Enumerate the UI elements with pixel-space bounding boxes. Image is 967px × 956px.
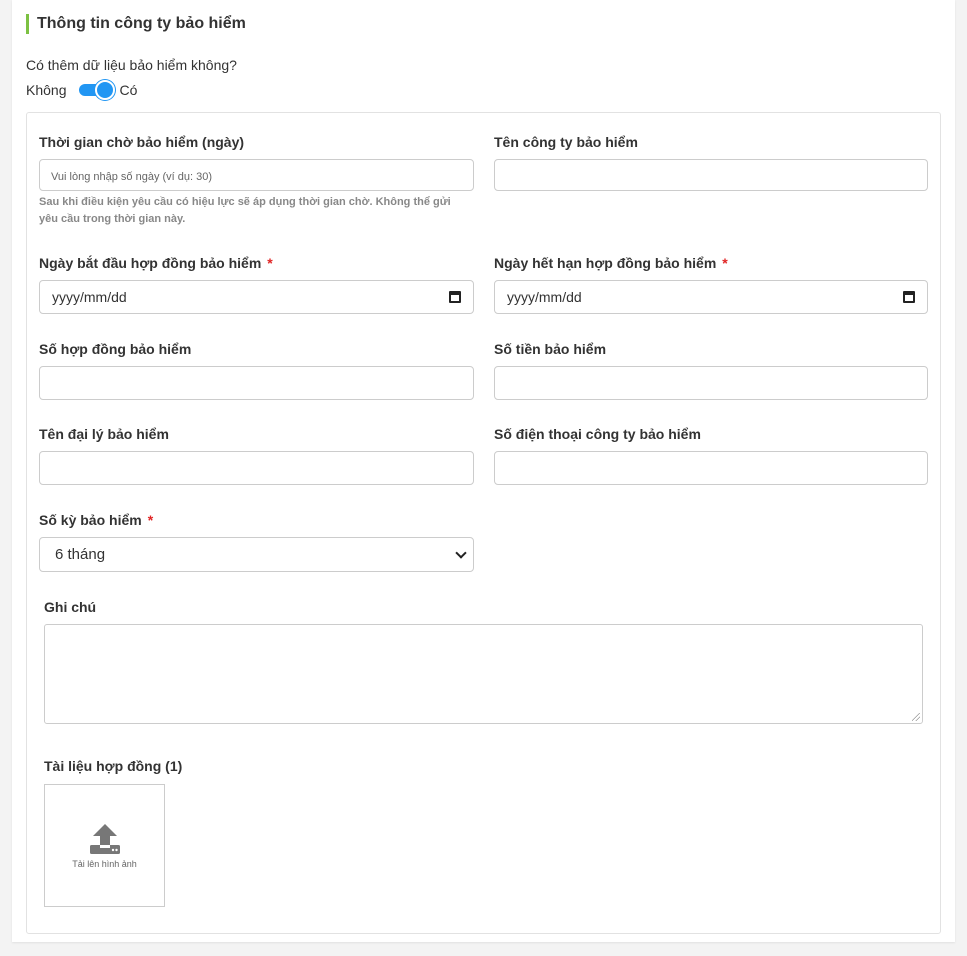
start-date-input[interactable]: yyyy/mm/dd [39, 280, 474, 314]
documents-label: Tài liệu hợp đồng (1) [44, 758, 183, 774]
waiting-time-input[interactable] [39, 159, 474, 191]
upload-icon [89, 823, 120, 854]
section-title: Thông tin công ty bảo hiểm [26, 14, 246, 34]
waiting-time-help: Sau khi điều kiện yêu cầu có hiệu lực sẽ… [39, 194, 479, 228]
company-name-label: Tên công ty bảo hiểm [494, 134, 638, 150]
upload-label: Tải lên hình ảnh [72, 858, 137, 869]
note-textarea[interactable] [44, 624, 923, 724]
start-date-label: Ngày bắt đầu hợp đồng bảo hiểm * [39, 255, 273, 271]
start-date-label-text: Ngày bắt đầu hợp đồng bảo hiểm [39, 255, 262, 271]
toggle-on-label: Có [119, 82, 138, 98]
term-label: Số kỳ bảo hiểm * [39, 512, 153, 528]
upload-image-button[interactable]: Tải lên hình ảnh [44, 784, 165, 907]
toggle-off-label: Không [26, 82, 67, 98]
required-mark: * [267, 255, 273, 271]
end-date-placeholder: yyyy/mm/dd [507, 289, 582, 305]
chevron-down-icon [455, 546, 467, 559]
agent-name-label: Tên đại lý bảo hiểm [39, 426, 169, 442]
toggle-knob [95, 80, 116, 100]
company-phone-label: Số điện thoại công ty bảo hiểm [494, 426, 701, 442]
end-date-label: Ngày hết hạn hợp đồng bảo hiểm * [494, 255, 728, 271]
term-select[interactable]: 6 tháng [39, 537, 474, 572]
waiting-time-label: Thời gian chờ bảo hiểm (ngày) [39, 134, 245, 150]
insurance-toggle-row: Không Có [26, 80, 138, 100]
insurance-form: Thời gian chờ bảo hiểm (ngày) Sau khi đi… [26, 112, 941, 934]
agent-name-input[interactable] [39, 451, 474, 485]
end-date-label-text: Ngày hết hạn hợp đồng bảo hiểm [494, 255, 717, 271]
end-date-input[interactable]: yyyy/mm/dd [494, 280, 928, 314]
amount-input[interactable] [494, 366, 928, 400]
waiting-time-help-line1: Sau khi điều kiện yêu cầu có hiệu lực sẽ… [39, 196, 451, 208]
calendar-icon[interactable] [449, 291, 461, 303]
start-date-placeholder: yyyy/mm/dd [52, 289, 127, 305]
insurance-toggle-switch[interactable] [79, 80, 116, 100]
amount-label: Số tiền bảo hiểm [494, 341, 607, 357]
contract-number-input[interactable] [39, 366, 474, 400]
contract-number-label: Số hợp đồng bảo hiểm [39, 341, 192, 357]
required-mark: * [722, 255, 728, 271]
company-name-input[interactable] [494, 159, 928, 191]
insurance-card: Thông tin công ty bảo hiểm Có thêm dữ li… [12, 0, 955, 942]
required-mark: * [147, 512, 154, 528]
resize-handle-icon[interactable] [912, 713, 920, 721]
term-label-text: Số kỳ bảo hiểm [39, 512, 142, 528]
company-phone-input[interactable] [494, 451, 928, 485]
note-label: Ghi chú [44, 599, 97, 615]
waiting-time-help-line2: yêu cầu trong thời gian này. [39, 213, 186, 225]
insurance-question: Có thêm dữ liệu bảo hiểm không? [26, 57, 237, 73]
term-selected-value: 6 tháng [55, 546, 106, 563]
calendar-icon[interactable] [903, 291, 915, 303]
